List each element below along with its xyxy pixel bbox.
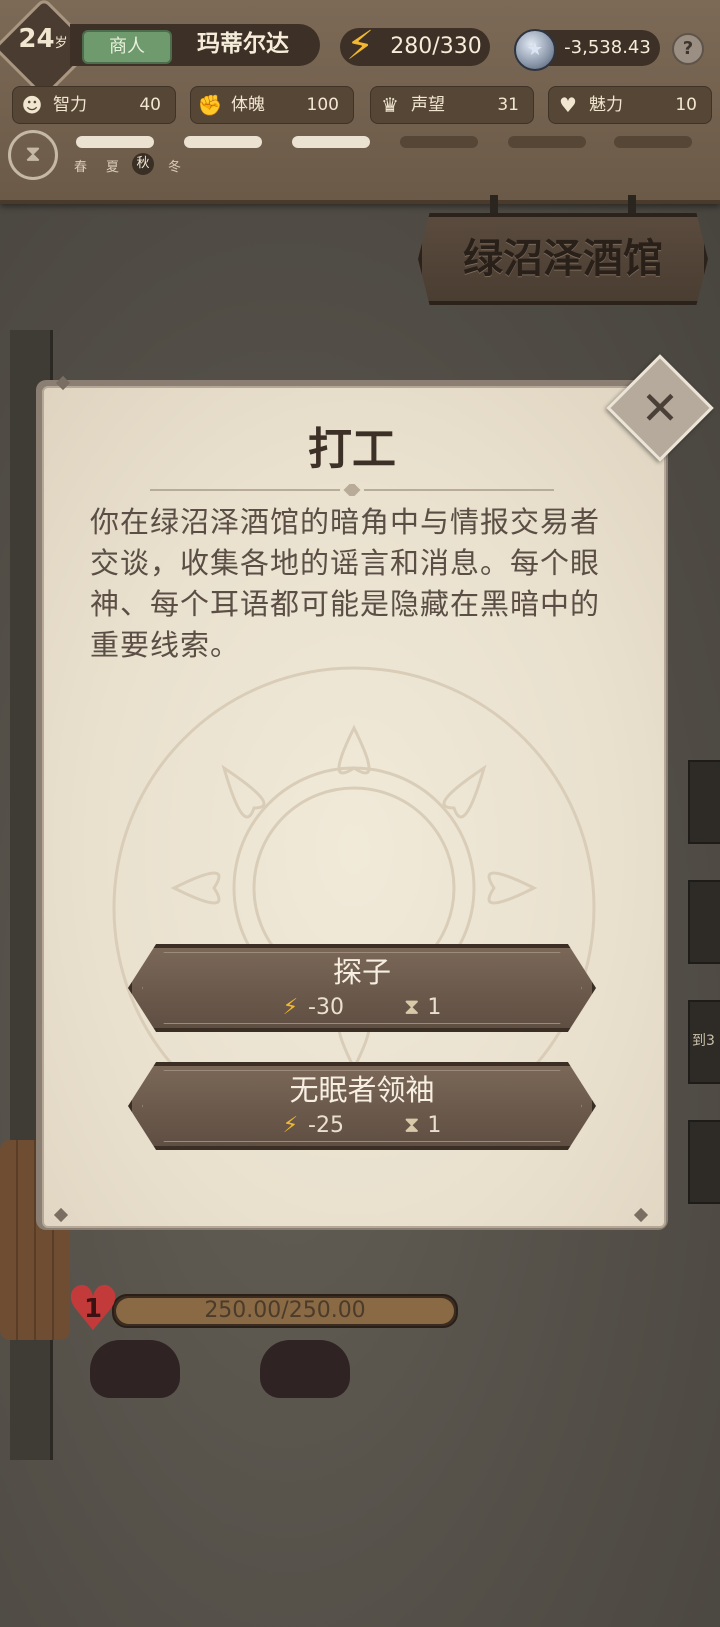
location-name: 绿沼泽酒馆	[463, 236, 663, 282]
energy-bolt-icon: ⚡	[282, 995, 299, 1020]
job-tag: 商人	[82, 30, 172, 64]
season-progress-segment	[292, 136, 370, 148]
season-progress-segment	[508, 136, 586, 148]
hourglass-icon: ⧗	[403, 995, 420, 1020]
season-spring: 春	[74, 160, 88, 175]
stat-reputation[interactable]: ♛ 声望 31	[370, 86, 534, 124]
location-sign: 绿沼泽酒馆	[418, 213, 708, 305]
stat-value: 31	[497, 95, 519, 115]
stat-value: 10	[675, 95, 697, 115]
season-autumn: 秋	[132, 153, 154, 175]
stat-label: 体魄	[231, 95, 265, 115]
top-hud: 24岁 商人 玛蒂尔达 ⚡ 280/330 ★ -3,538.43 ? ☻ 智力…	[0, 0, 720, 204]
help-icon[interactable]: ?	[672, 33, 704, 65]
side-tab-4[interactable]	[688, 1120, 720, 1204]
energy-value: 280/330	[390, 34, 482, 59]
stat-label: 声望	[411, 95, 445, 115]
coin-value: -3,538.43	[564, 37, 651, 58]
stat-label: 智力	[53, 95, 87, 115]
side-tab-2[interactable]	[688, 880, 720, 964]
season-summer: 夏	[106, 160, 120, 175]
stat-charm[interactable]: ♥ 魅力 10	[548, 86, 712, 124]
stat-physique[interactable]: ✊ 体魄 100	[190, 86, 354, 124]
stat-label: 魅力	[589, 95, 623, 115]
season-progress-segment	[76, 136, 154, 148]
player-name: 玛蒂尔达	[197, 31, 289, 57]
energy-bolt-icon: ⚡	[282, 1113, 299, 1138]
time-cost: 1	[427, 1113, 442, 1138]
modal-title: 打工	[308, 424, 396, 475]
brain-icon: ☻	[21, 93, 43, 117]
stat-intelligence[interactable]: ☻ 智力 40	[12, 86, 176, 124]
player-level: 1	[83, 1294, 103, 1324]
season-progress-segment	[614, 136, 692, 148]
side-tab-label: 到3	[692, 1033, 715, 1049]
side-tab-1[interactable]	[688, 760, 720, 844]
energy-bolt-icon: ⚡	[345, 23, 375, 69]
character-legs	[90, 1340, 390, 1400]
side-tab-3[interactable]: 到3	[688, 1000, 720, 1084]
energy-cost: -25	[308, 1113, 344, 1138]
choice-name: 探子	[332, 955, 391, 989]
season-progress-segment	[184, 136, 262, 148]
reputation-icon: ♛	[381, 93, 399, 117]
age-unit: 岁	[54, 36, 68, 51]
season-progress-segment	[400, 136, 478, 148]
age-value: 24	[18, 24, 55, 54]
energy-cost: -30	[308, 995, 344, 1020]
choice-button-scout[interactable]: 探子 ⚡ -30 ⧗ 1	[128, 944, 596, 1032]
heart-pulse-icon: ♥	[559, 93, 577, 117]
modal-description: 你在绿沼泽酒馆的暗角中与情报交易者交谈，收集各地的谣言和消息。每个眼神、每个耳语…	[90, 505, 601, 662]
choice-button-sleepless-leader[interactable]: 无眠者领袖 ⚡ -25 ⧗ 1	[128, 1062, 596, 1150]
stat-value: 100	[306, 95, 339, 115]
title-divider	[150, 484, 554, 496]
choice-name: 无眠者领袖	[289, 1073, 435, 1107]
hp-text: 250.00/250.00	[204, 1298, 366, 1323]
season-winter: 冬	[168, 160, 182, 175]
hourglass-clock-icon[interactable]: ⧗	[8, 130, 58, 180]
muscle-icon: ✊	[197, 93, 223, 117]
choice-cost: ⚡ -30 ⧗ 1	[128, 994, 596, 1022]
time-cost: 1	[427, 995, 442, 1020]
coin-icon: ★	[514, 29, 556, 71]
choice-cost: ⚡ -25 ⧗ 1	[128, 1112, 596, 1140]
hourglass-icon: ⧗	[403, 1113, 420, 1138]
stat-value: 40	[139, 95, 161, 115]
age-display: 24岁	[8, 24, 78, 54]
